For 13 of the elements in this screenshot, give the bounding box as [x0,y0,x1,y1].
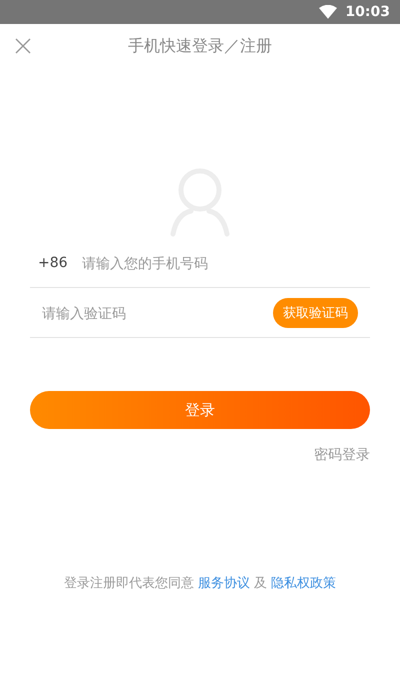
login-button[interactable]: 登录 [30,391,370,429]
phone-input-field[interactable]: 请输入您的手机号码 [82,254,370,270]
get-code-button[interactable]: 获取验证码 [273,298,358,328]
terms-link[interactable]: 服务协议 [198,576,250,591]
close-icon[interactable] [15,38,31,54]
agreement-text: 登录注册即代表您同意 服务协议 及 隐私权政策 [62,575,338,592]
code-input-field[interactable]: 请输入验证码 [42,304,273,320]
password-login-link[interactable]: 密码登录 [314,446,370,464]
page-title: 手机快速登录／注册 [128,36,272,56]
status-time: 10:03 [345,4,390,20]
privacy-link[interactable]: 隐私权政策 [271,576,336,591]
wifi-icon [319,5,338,19]
country-code[interactable]: +86 [38,254,82,270]
